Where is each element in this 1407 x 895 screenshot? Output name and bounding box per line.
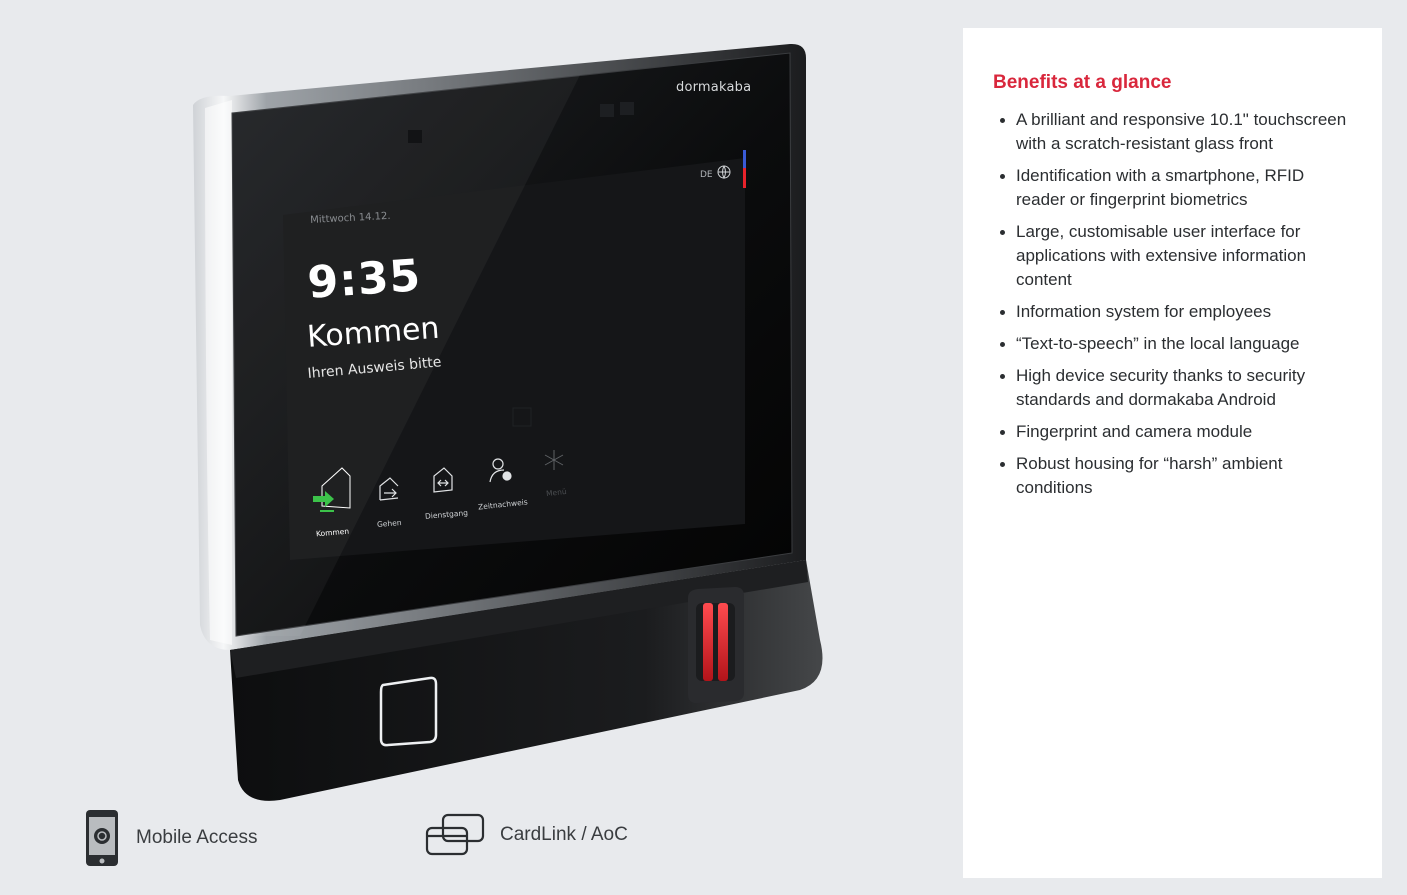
benefit-item: “Text-to-speech” in the local language xyxy=(993,332,1352,356)
feature-label: Mobile Access xyxy=(136,827,258,848)
benefits-title: Benefits at a glance xyxy=(993,72,1172,93)
terminal-device-illustration xyxy=(193,43,823,801)
benefit-item: A brilliant and responsive 10.1" touchsc… xyxy=(993,108,1352,156)
benefit-item: Information system for employees xyxy=(993,300,1352,324)
benefits-panel: Benefits at a glance A brilliant and res… xyxy=(963,28,1382,878)
benefit-item: Fingerprint and camera module xyxy=(993,420,1352,444)
benefit-item: Large, customisable user interface for a… xyxy=(993,220,1352,292)
feature-mobile-access: Mobile Access xyxy=(84,808,257,868)
benefit-item: High device security thanks to security … xyxy=(993,364,1352,412)
cardlink-icon xyxy=(425,813,485,856)
benefit-item: Identification with a smartphone, RFID r… xyxy=(993,164,1352,212)
product-image-area: dormakaba Mittwoch 14.12. 9:35 Kommen Ih… xyxy=(0,0,940,895)
mobile-phone-icon xyxy=(86,810,118,866)
language-selector[interactable]: DE xyxy=(700,170,713,180)
benefit-item: Robust housing for “harsh” ambient condi… xyxy=(993,452,1352,500)
brand-logo: dormakaba xyxy=(676,80,752,95)
benefits-list: A brilliant and responsive 10.1" touchsc… xyxy=(993,108,1352,500)
screen-time: 9:35 xyxy=(306,250,423,309)
feature-label: CardLink / AoC xyxy=(500,824,628,845)
feature-cardlink: CardLink / AoC xyxy=(424,812,628,858)
